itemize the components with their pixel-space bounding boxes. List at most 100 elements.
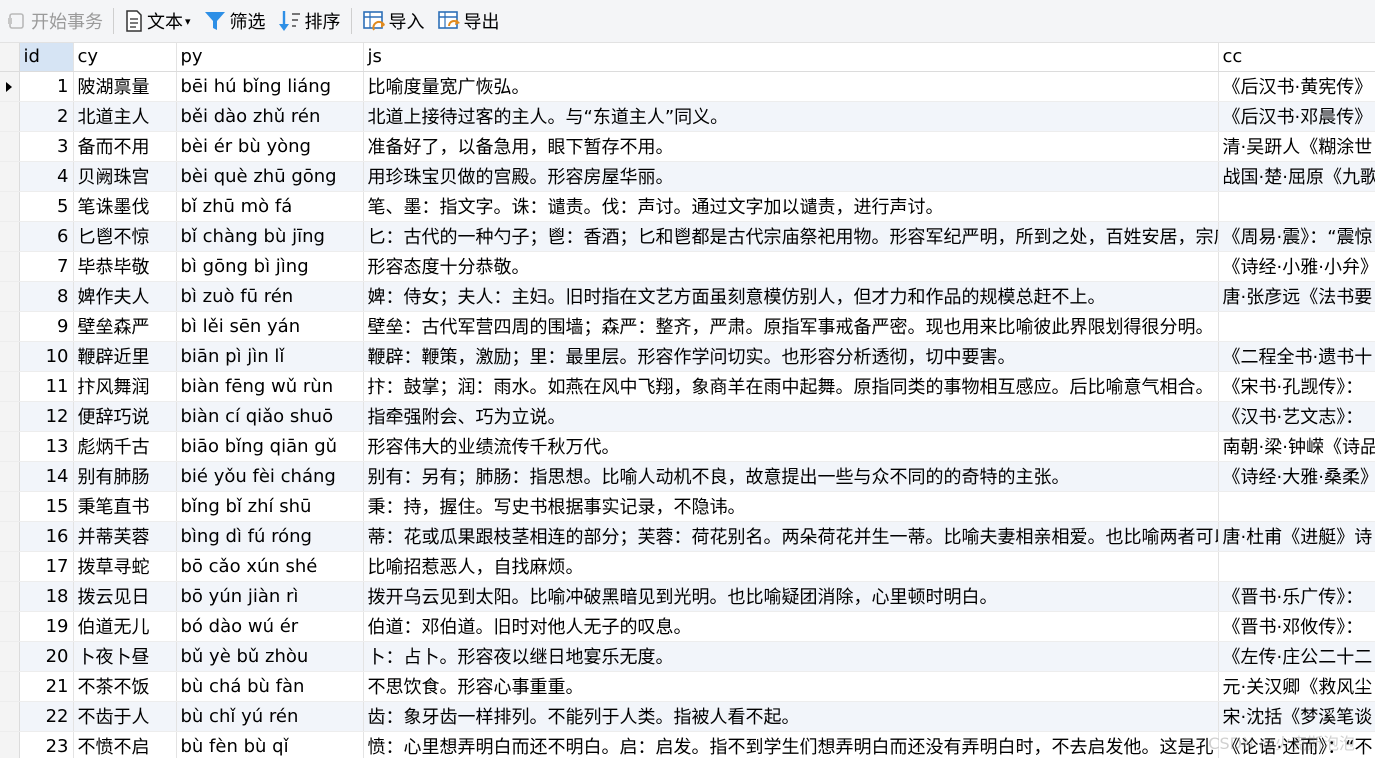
cell-cc[interactable]: 《诗经·小雅·小弁》: [1218, 251, 1375, 282]
table-row[interactable]: 2 北道主人 běi dào zhǔ rén 北道上接待过客的主人。与“东道主人”同义…: [0, 101, 1375, 132]
table-row[interactable]: 9 壁垒森严 bì lěi sēn yán 壁垒：古代军营四周的围墙；森严：整齐，严肃…: [0, 311, 1375, 342]
cell-cc[interactable]: 《后汉书·黄宪传》: [1218, 71, 1375, 102]
cell-cc[interactable]: [1218, 551, 1375, 582]
table-row[interactable]: 22 不齿于人 bù chǐ yú rén 齿：象牙齿一样排列。不能列于人类。指被人看…: [0, 701, 1375, 732]
cell-id[interactable]: 16: [19, 521, 74, 552]
column-header-id[interactable]: id: [19, 43, 74, 72]
cell-py[interactable]: bèi què zhū gōng: [176, 161, 364, 192]
cell-id[interactable]: 15: [19, 491, 74, 522]
cell-cc[interactable]: 宋·沈括《梦溪笔谈: [1218, 701, 1375, 732]
cell-cy[interactable]: 卜夜卜昼: [73, 641, 177, 672]
cell-cc[interactable]: 《汉书·艺文志》：: [1218, 401, 1375, 432]
row-indicator[interactable]: [0, 251, 20, 282]
cell-id[interactable]: 4: [19, 161, 74, 192]
cell-cc[interactable]: 战国·楚·屈原《九歌: [1218, 161, 1375, 192]
cell-cy[interactable]: 别有肺肠: [73, 461, 177, 492]
cell-js[interactable]: 抃：鼓掌；润：雨水。如燕在风中飞翔，象商羊在雨中起舞。原指同类的事物相互感应。后…: [363, 371, 1219, 402]
cell-cc[interactable]: 《宋书·孔觊传》：: [1218, 371, 1375, 402]
table-row[interactable]: 5 笔诛墨伐 bǐ zhū mò fá 笔、墨：指文字。诛：谴责。伐：声讨。通过文字加…: [0, 191, 1375, 222]
cell-js[interactable]: 鞭辟：鞭策，激励；里：最里层。形容作学问切实。也形容分析透彻，切中要害。: [363, 341, 1219, 372]
cell-id[interactable]: 1: [19, 71, 74, 102]
column-header-js[interactable]: js: [363, 43, 1219, 72]
table-row[interactable]: 17 拨草寻蛇 bō cǎo xún shé 比喻招惹恶人，自找麻烦。: [0, 551, 1375, 582]
row-indicator[interactable]: [0, 461, 20, 492]
cell-js[interactable]: 壁垒：古代军营四周的围墙；森严：整齐，严肃。原指军事戒备严密。现也用来比喻彼此界…: [363, 311, 1219, 342]
table-row[interactable]: 12 便辞巧说 biàn cí qiǎo shuō 指牵强附会、巧为立说。 《汉书·艺文…: [0, 401, 1375, 432]
cell-py[interactable]: bǐ chàng bù jīng: [176, 221, 364, 252]
cell-cc[interactable]: 《论语·述而》：“不: [1218, 731, 1375, 758]
cell-js[interactable]: 比喻招惹恶人，自找麻烦。: [363, 551, 1219, 582]
cell-js[interactable]: 用珍珠宝贝做的宫殿。形容房屋华丽。: [363, 161, 1219, 192]
cell-id[interactable]: 3: [19, 131, 74, 162]
row-indicator[interactable]: [0, 551, 20, 582]
cell-py[interactable]: bì lěi sēn yán: [176, 311, 364, 342]
cell-id[interactable]: 20: [19, 641, 74, 672]
cell-py[interactable]: bō yún jiàn rì: [176, 581, 364, 612]
cell-cc[interactable]: [1218, 491, 1375, 522]
cell-id[interactable]: 21: [19, 671, 74, 702]
row-indicator[interactable]: [0, 521, 20, 552]
cell-py[interactable]: biàn fēng wǔ rùn: [176, 371, 364, 402]
cell-cy[interactable]: 秉笔直书: [73, 491, 177, 522]
column-header-py[interactable]: py: [176, 43, 364, 72]
export-button[interactable]: 导出: [431, 0, 506, 43]
cell-js[interactable]: 不思饮食。形容心事重重。: [363, 671, 1219, 702]
filter-button[interactable]: 筛选: [197, 0, 272, 43]
cell-js[interactable]: 婢：侍女；夫人：主妇。旧时指在文艺方面虽刻意模仿别人，但才力和作品的规模总赶不上…: [363, 281, 1219, 312]
cell-cc[interactable]: 《周易·震》：“震惊: [1218, 221, 1375, 252]
row-indicator[interactable]: [0, 71, 20, 102]
column-header-cc[interactable]: cc: [1218, 43, 1375, 72]
table-row[interactable]: 15 秉笔直书 bǐng bǐ zhí shū 秉：持，握住。写史书根据事实记录，不隐…: [0, 491, 1375, 522]
cell-js[interactable]: 伯道：邓伯道。旧时对他人无子的叹息。: [363, 611, 1219, 642]
cell-py[interactable]: bǐng bǐ zhí shū: [176, 491, 364, 522]
row-indicator[interactable]: [0, 341, 20, 372]
cell-id[interactable]: 8: [19, 281, 74, 312]
cell-py[interactable]: bēi hú bǐng liáng: [176, 71, 364, 102]
cell-id[interactable]: 7: [19, 251, 74, 282]
cell-cc[interactable]: 元·关汉卿《救风尘: [1218, 671, 1375, 702]
table-row[interactable]: 16 并蒂芙蓉 bìng dì fú róng 蒂：花或瓜果跟枝茎相连的部分；芙蓉：荷…: [0, 521, 1375, 552]
cell-cy[interactable]: 壁垒森严: [73, 311, 177, 342]
cell-id[interactable]: 12: [19, 401, 74, 432]
cell-js[interactable]: 指牵强附会、巧为立说。: [363, 401, 1219, 432]
cell-id[interactable]: 10: [19, 341, 74, 372]
table-row[interactable]: 21 不茶不饭 bù chá bù fàn 不思饮食。形容心事重重。 元·关汉卿《救风尘: [0, 671, 1375, 702]
table-row[interactable]: 19 伯道无儿 bó dào wú ér 伯道：邓伯道。旧时对他人无子的叹息。 《晋书·…: [0, 611, 1375, 642]
cell-cc[interactable]: 《后汉书·邓晨传》: [1218, 101, 1375, 132]
cell-id[interactable]: 11: [19, 371, 74, 402]
cell-id[interactable]: 9: [19, 311, 74, 342]
cell-cy[interactable]: 备而不用: [73, 131, 177, 162]
cell-py[interactable]: bō cǎo xún shé: [176, 551, 364, 582]
cell-js[interactable]: 准备好了，以备急用，眼下暂存不用。: [363, 131, 1219, 162]
column-header-cy[interactable]: cy: [73, 43, 177, 72]
cell-cy[interactable]: 毕恭毕敬: [73, 251, 177, 282]
table-row[interactable]: 14 别有肺肠 bié yǒu fèi cháng 别有：另有；肺肠：指思想。比喻人动…: [0, 461, 1375, 492]
row-indicator[interactable]: [0, 191, 20, 222]
row-indicator[interactable]: [0, 611, 20, 642]
table-row[interactable]: 23 不愤不启 bù fèn bù qǐ 愤：心里想弄明白而还不明白。启：启发。指不到…: [0, 731, 1375, 758]
table-row[interactable]: 3 备而不用 bèi ér bù yòng 准备好了，以备急用，眼下暂存不用。 清·吴趼…: [0, 131, 1375, 162]
table-row[interactable]: 7 毕恭毕敬 bì gōng bì jìng 形容态度十分恭敬。 《诗经·小雅·小弁》: [0, 251, 1375, 282]
cell-py[interactable]: bèi ér bù yòng: [176, 131, 364, 162]
cell-js[interactable]: 愤：心里想弄明白而还不明白。启：启发。指不到学生们想弄明白而还没有弄明白时，不去…: [363, 731, 1219, 758]
cell-py[interactable]: bǔ yè bǔ zhòu: [176, 641, 364, 672]
cell-cc[interactable]: 《二程全书·遗书十: [1218, 341, 1375, 372]
cell-py[interactable]: biān pì jìn lǐ: [176, 341, 364, 372]
cell-id[interactable]: 13: [19, 431, 74, 462]
begin-transaction-button[interactable]: 开始事务: [0, 0, 109, 43]
row-indicator[interactable]: [0, 401, 20, 432]
row-indicator[interactable]: [0, 101, 20, 132]
cell-cc[interactable]: 清·吴趼人《糊涂世: [1218, 131, 1375, 162]
row-indicator[interactable]: [0, 731, 20, 758]
cell-cc[interactable]: 唐·张彦远《法书要: [1218, 281, 1375, 312]
cell-js[interactable]: 形容伟大的业绩流传千秋万代。: [363, 431, 1219, 462]
cell-cc[interactable]: 南朝·梁·钟嵘《诗品: [1218, 431, 1375, 462]
cell-js[interactable]: 笔、墨：指文字。诛：谴责。伐：声讨。通过文字加以谴责，进行声讨。: [363, 191, 1219, 222]
cell-cc[interactable]: 《诗经·大雅·桑柔》: [1218, 461, 1375, 492]
cell-id[interactable]: 2: [19, 101, 74, 132]
cell-id[interactable]: 17: [19, 551, 74, 582]
cell-cy[interactable]: 不茶不饭: [73, 671, 177, 702]
cell-py[interactable]: bǐ zhū mò fá: [176, 191, 364, 222]
cell-id[interactable]: 22: [19, 701, 74, 732]
row-indicator[interactable]: [0, 161, 20, 192]
